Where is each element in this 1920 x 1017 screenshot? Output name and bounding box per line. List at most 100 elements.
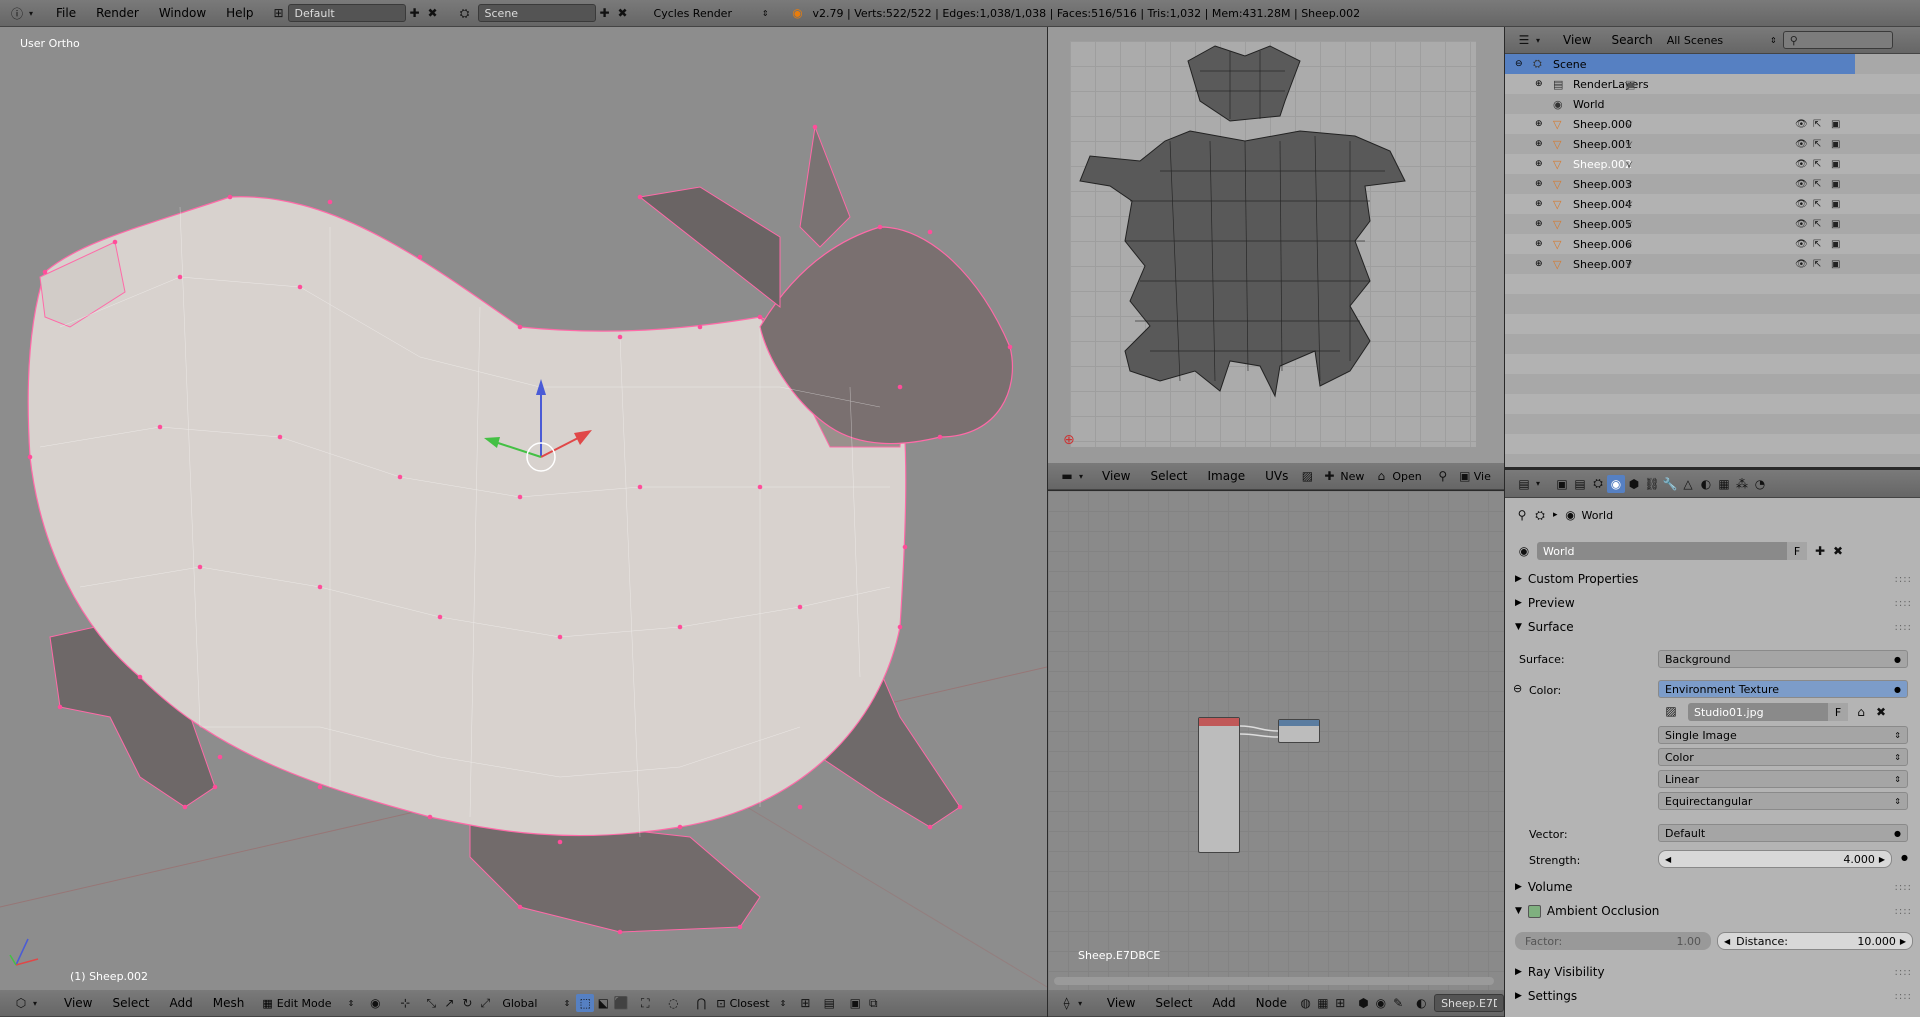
- image-fake-user[interactable]: F: [1828, 703, 1848, 721]
- ao-checkbox[interactable]: [1527, 904, 1541, 918]
- tab-modifiers-icon[interactable]: 🔧: [1661, 475, 1679, 493]
- layout-icon[interactable]: ⊞: [270, 4, 288, 22]
- menu-node[interactable]: Node: [1246, 996, 1297, 1010]
- drag-handle-icon[interactable]: ::::: [1895, 574, 1912, 585]
- view-toggle-icon[interactable]: ▣: [1456, 467, 1474, 485]
- mesh-data-icon[interactable]: ⋎: [1625, 158, 1633, 171]
- decrement-icon[interactable]: ◀: [1724, 937, 1730, 946]
- selectable-arrow-icon[interactable]: ⇱: [1813, 179, 1821, 190]
- menu-view[interactable]: View: [1553, 33, 1601, 47]
- mesh-data-icon[interactable]: ⋎: [1625, 218, 1633, 231]
- world-shader-icon[interactable]: ◉: [1372, 994, 1389, 1012]
- panel-custom-properties[interactable]: ▶ Custom Properties::::: [1505, 568, 1920, 590]
- tab-data-icon[interactable]: △: [1679, 475, 1697, 493]
- interpolation-select[interactable]: Linear ⇕: [1658, 770, 1908, 788]
- proportional-icon[interactable]: ◌: [664, 994, 682, 1012]
- mode-select[interactable]: ▦ Edit Mode ⇕: [262, 997, 354, 1010]
- menu-search[interactable]: Search: [1601, 33, 1662, 47]
- vertex-select-icon[interactable]: ⬚: [576, 994, 595, 1012]
- unlink-world-icon[interactable]: ✖: [1829, 542, 1847, 560]
- outliner-item[interactable]: ⊕ ▤ RenderLayers ▣: [1505, 74, 1920, 94]
- area-divider[interactable]: [1047, 27, 1048, 1017]
- expand-icon[interactable]: ⊕: [1535, 139, 1547, 149]
- panel-surface[interactable]: ▼ Surface::::: [1505, 616, 1920, 638]
- mesh-data-icon[interactable]: ⋎: [1625, 198, 1633, 211]
- tab-material-icon[interactable]: ◐: [1697, 475, 1715, 493]
- expand-icon[interactable]: ⊕: [1535, 239, 1547, 249]
- drag-handle-icon[interactable]: ::::: [1895, 598, 1912, 609]
- outliner-item[interactable]: ⊕ ▽ Sheep.007 ⋎ 👁 ⇱ ▣: [1505, 254, 1920, 274]
- menu-uvs[interactable]: UVs: [1255, 469, 1298, 483]
- mesh-data-icon[interactable]: ⋎: [1625, 238, 1633, 251]
- image-browse-icon[interactable]: ▨: [1662, 702, 1680, 720]
- shading-icon[interactable]: ◉: [366, 994, 384, 1012]
- expand-icon[interactable]: ⊕: [1535, 119, 1547, 129]
- drag-handle-icon[interactable]: ::::: [1895, 882, 1912, 893]
- uv-editor[interactable]: ⊕: [1048, 27, 1504, 463]
- pivot-icon[interactable]: ⊹: [396, 994, 414, 1012]
- menu-select[interactable]: Select: [102, 996, 159, 1010]
- outliner-item[interactable]: ⊕ ▽ Sheep.000 ⋎ 👁 ⇱ ▣: [1505, 114, 1920, 134]
- render-camera-icon[interactable]: ▣: [1831, 219, 1840, 230]
- manipulator-icon[interactable]: ⤡: [422, 994, 440, 1012]
- visibility-eye-icon[interactable]: 👁: [1795, 159, 1808, 170]
- object-shader-icon[interactable]: ⬢: [1355, 994, 1372, 1012]
- node-editor[interactable]: Sheep.E7DBCE: [1048, 491, 1504, 990]
- selectable-arrow-icon[interactable]: ⇱: [1813, 119, 1821, 130]
- open-image-icon[interactable]: ⌂: [1372, 467, 1390, 485]
- menu-help[interactable]: Help: [216, 6, 263, 20]
- remove-scene-icon[interactable]: ✖: [614, 4, 632, 22]
- menu-select[interactable]: Select: [1145, 996, 1202, 1010]
- outliner-item[interactable]: ⊕ ▽ Sheep.001 ⋎ 👁 ⇱ ▣: [1505, 134, 1920, 154]
- outliner[interactable]: ⊖ ⛭ Scene ⊕ ▤ RenderLayers ▣ ◉ World ⊕ ▽ Sheep.000 ⋎…: [1505, 54, 1920, 467]
- layout-field[interactable]: Default: [287, 4, 406, 22]
- add-scene-icon[interactable]: ✚: [596, 4, 614, 22]
- uv-layout[interactable]: [1070, 41, 1476, 447]
- image-browse-icon[interactable]: ▨: [1298, 467, 1316, 485]
- visibility-eye-icon[interactable]: 👁: [1795, 239, 1808, 250]
- add-layout-icon[interactable]: ✚: [406, 4, 424, 22]
- render-camera-icon[interactable]: ▣: [1831, 159, 1840, 170]
- menu-view[interactable]: View: [54, 996, 102, 1010]
- expand-icon[interactable]: ⊕: [1535, 219, 1547, 229]
- render-camera-icon[interactable]: ▣: [1831, 139, 1840, 150]
- open-image-button[interactable]: Open: [1392, 470, 1421, 483]
- strength-field[interactable]: ◀ 4.000 ▶: [1658, 850, 1892, 868]
- outliner-item[interactable]: ⊕ ▽ Sheep.005 ⋎ 👁 ⇱ ▣: [1505, 214, 1920, 234]
- collapse-icon[interactable]: ⊖: [1515, 59, 1527, 69]
- outliner-search[interactable]: ⚲: [1782, 31, 1893, 49]
- area-divider[interactable]: [1504, 27, 1505, 1017]
- expand-icon[interactable]: ⊕: [1535, 79, 1547, 89]
- chevron-down-icon[interactable]: ▾: [1533, 475, 1543, 493]
- mesh-data-icon[interactable]: ⋎: [1625, 138, 1633, 151]
- render-camera-icon[interactable]: ▣: [1831, 119, 1840, 130]
- orientation-select[interactable]: Global ⇕: [502, 997, 570, 1010]
- uv-canvas[interactable]: [1070, 41, 1476, 447]
- panel-settings[interactable]: ▶ Settings::::: [1505, 985, 1920, 1007]
- expand-icon[interactable]: ⊕: [1535, 199, 1547, 209]
- shader-type-icon[interactable]: ◍: [1297, 994, 1314, 1012]
- material-icon[interactable]: ◐: [1413, 994, 1430, 1012]
- pin-icon[interactable]: ⚲: [1434, 467, 1452, 485]
- visibility-eye-icon[interactable]: 👁: [1795, 119, 1808, 130]
- chevron-down-icon[interactable]: ▾: [1076, 467, 1086, 485]
- editor-type-properties-icon[interactable]: ▤: [1515, 475, 1533, 493]
- selectable-arrow-icon[interactable]: ⇱: [1813, 139, 1821, 150]
- material-field[interactable]: Sheep.E7DB: [1434, 994, 1505, 1012]
- selectable-arrow-icon[interactable]: ⇱: [1813, 259, 1821, 270]
- unlink-image-icon[interactable]: ✖: [1872, 703, 1890, 721]
- layers-icon[interactable]: ▤: [820, 994, 838, 1012]
- info-editor-icon[interactable]: ⓘ: [8, 4, 26, 22]
- outliner-item[interactable]: ⊕ ▽ Sheep.004 ⋎ 👁 ⇱ ▣: [1505, 194, 1920, 214]
- rotate-icon[interactable]: ↻: [458, 994, 476, 1012]
- scale-icon[interactable]: ⤢: [476, 994, 494, 1012]
- display-mode-select[interactable]: All Scenes ⇕: [1667, 34, 1777, 47]
- outliner-item[interactable]: ⊕ ▽ Sheep.003 ⋎ 👁 ⇱ ▣: [1505, 174, 1920, 194]
- scene-field[interactable]: Scene: [477, 4, 596, 22]
- mesh-data-icon[interactable]: ⋎: [1625, 258, 1633, 271]
- editor-type-3d-icon[interactable]: ⬡: [12, 994, 30, 1012]
- outliner-item[interactable]: ⊕ ▽ Sheep.002 ⋎ 👁 ⇱ ▣: [1505, 154, 1920, 174]
- occlude-icon[interactable]: ⛶: [636, 994, 654, 1012]
- collapse-icon[interactable]: ⊖: [1513, 682, 1522, 695]
- chevron-down-icon[interactable]: ▾: [26, 4, 36, 22]
